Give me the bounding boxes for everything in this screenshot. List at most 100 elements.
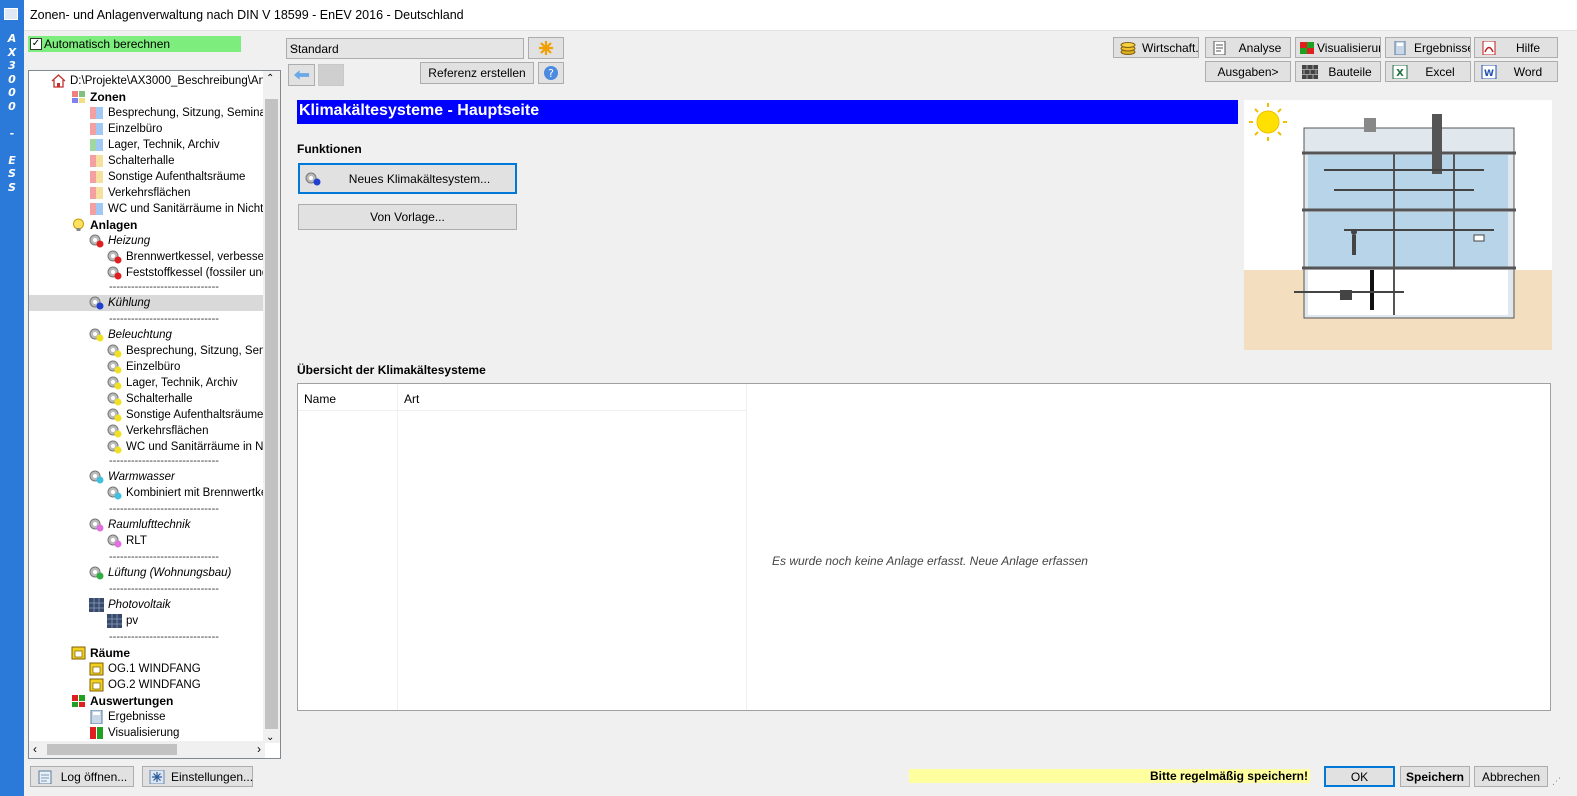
zone-item-icon <box>90 123 103 135</box>
tree-auswertungen[interactable]: Auswertungen <box>71 693 173 709</box>
arrow-left-icon <box>293 70 310 80</box>
zone-item-icon <box>90 155 103 167</box>
ok-button[interactable]: OK <box>1324 766 1395 787</box>
building-diagram-image <box>1244 103 1552 350</box>
column-art: Art <box>398 384 747 710</box>
visualisierung-button[interactable]: Visualisierung <box>1295 37 1381 58</box>
tree-anlagen[interactable]: Anlagen <box>71 217 137 233</box>
auto-calc-label: Automatisch berechnen <box>44 37 171 51</box>
scroll-left-icon[interactable]: ‹ <box>33 742 37 756</box>
von-vorlage-button[interactable]: Von Vorlage... <box>298 204 517 230</box>
bauteile-button[interactable]: Bauteile <box>1295 61 1381 82</box>
tree-zonen[interactable]: Zonen <box>71 89 126 105</box>
variant-select[interactable]: Standard ⌵ <box>286 38 524 59</box>
ausgaben-button[interactable]: Ausgaben> <box>1205 61 1291 82</box>
back-button[interactable] <box>288 64 315 86</box>
tree-item[interactable]: Schalterhalle <box>89 153 174 169</box>
column-name: Name <box>298 384 398 710</box>
gear-light-icon <box>107 360 122 374</box>
tree-heizung[interactable]: Heizung <box>89 233 150 249</box>
chevron-down-icon: ⌵ <box>290 42 298 53</box>
bricks-icon <box>1302 64 1318 79</box>
scroll-thumb[interactable] <box>265 99 278 729</box>
analyse-button[interactable]: Analyse <box>1205 37 1291 58</box>
window-title: Zonen- und Anlagenverwaltung nach DIN V … <box>30 8 464 22</box>
gear-water-icon <box>107 486 122 500</box>
tree-item[interactable]: Brennwertkessel, verbesser <box>107 249 268 265</box>
column-header-name[interactable]: Name <box>304 392 336 406</box>
tree-item[interactable]: Sonstige Aufenthaltsräume <box>89 169 245 185</box>
svg-text:W: W <box>1484 69 1494 79</box>
document-icon <box>1213 40 1226 55</box>
new-variant-button[interactable] <box>528 37 564 59</box>
hilfe-button[interactable]: Hilfe <box>1474 37 1558 58</box>
tree-item[interactable]: Verkehrsflächen <box>107 423 208 439</box>
tree-item[interactable]: RLT <box>107 533 147 549</box>
speichern-button[interactable]: Speichern <box>1400 766 1470 787</box>
scroll-right-icon[interactable]: › <box>257 742 261 756</box>
tree-beleuchtung[interactable]: Beleuchtung <box>89 327 172 343</box>
gear-vent-icon <box>89 566 104 580</box>
tree-photovoltaik[interactable]: Photovoltaik <box>89 597 171 613</box>
tree-item[interactable]: Schalterhalle <box>107 391 192 407</box>
zone-item-icon <box>90 171 103 183</box>
excel-button[interactable]: X Excel <box>1385 61 1471 82</box>
tree-item[interactable]: Lager, Technik, Archiv <box>107 375 238 391</box>
tree-separator: ------------------------------ <box>109 503 219 515</box>
tree-item[interactable]: Besprechung, Sitzung, Seminar <box>89 105 270 121</box>
tree-item[interactable]: Einzelbüro <box>89 121 162 137</box>
log-open-button[interactable]: Log öffnen... <box>30 766 134 787</box>
scroll-up-icon[interactable]: ⌃ <box>266 73 274 84</box>
tree-warmwasser[interactable]: Warmwasser <box>89 469 175 485</box>
column-header-art[interactable]: Art <box>404 392 419 406</box>
project-tree[interactable]: D:\Projekte\AX3000_Beschreibung\Anla Zon… <box>28 70 281 759</box>
tree-item[interactable]: Kombiniert mit Brennwertkes <box>107 485 273 501</box>
scroll-down-icon[interactable]: ⌄ <box>266 732 274 743</box>
chart-icon <box>72 695 85 707</box>
checkmark-icon[interactable]: ✓ <box>30 38 42 50</box>
resize-grip-icon[interactable]: ⋰ <box>1552 776 1564 788</box>
tree-item[interactable]: Visualisierung <box>89 725 179 741</box>
side-text: AX3000-ESS <box>7 32 17 194</box>
svg-text:?: ? <box>548 67 554 80</box>
systems-table[interactable]: Name Art Es wurde noch keine Anlage erfa… <box>297 383 1551 711</box>
tree-item[interactable]: Verkehrsflächen <box>89 185 190 201</box>
tree-raumlufttechnik[interactable]: Raumlufttechnik <box>89 517 190 533</box>
tree-kuehlung[interactable]: Kühlung <box>29 295 263 311</box>
page-title-bar: Klimakältesysteme - Hauptseite <box>297 100 1238 124</box>
visualization-icon <box>1300 41 1314 54</box>
word-button[interactable]: W Word <box>1474 61 1558 82</box>
scroll-thumb[interactable] <box>47 744 177 755</box>
tree-vertical-scrollbar[interactable]: ⌃ ⌄ <box>263 71 280 743</box>
neues-klimakaeltesystem-button[interactable]: Neues Klimakältesystem... <box>298 163 517 194</box>
abbrechen-button[interactable]: Abbrechen <box>1474 766 1548 787</box>
empty-message[interactable]: Es wurde noch keine Anlage erfasst. Neue… <box>772 554 1088 568</box>
gear-cool-icon <box>89 296 104 310</box>
wirtschaft-button[interactable]: Wirtschaft. <box>1113 37 1199 58</box>
tree-item[interactable]: Lager, Technik, Archiv <box>89 137 220 153</box>
gear-cool-icon <box>305 172 321 185</box>
page-title: Klimakältesysteme - Hauptseite <box>299 102 540 119</box>
tree-item[interactable]: Einzelbüro <box>107 359 180 375</box>
tree-raeume[interactable]: Räume <box>71 645 130 661</box>
tree-item[interactable]: Sonstige Aufenthaltsräume <box>107 407 263 423</box>
tree-item[interactable]: OG.1 WINDFANG <box>89 661 201 677</box>
einstellungen-button[interactable]: Einstellungen... <box>142 766 253 787</box>
help-button[interactable]: ? <box>538 62 564 84</box>
tree-item[interactable]: pv <box>107 613 138 629</box>
tree-item[interactable]: Ergebnisse <box>89 709 166 725</box>
auto-calc-checkbox[interactable]: ✓ Automatisch berechnen <box>28 36 241 52</box>
tree-item[interactable]: OG.2 WINDFANG <box>89 677 201 693</box>
tree-item[interactable]: WC und Sanitärräume in Nichtwo <box>89 201 278 217</box>
svg-text:X: X <box>1396 68 1404 79</box>
tree-root[interactable]: D:\Projekte\AX3000_Beschreibung\Anla <box>51 73 274 89</box>
tree-horizontal-scrollbar[interactable]: ‹ › <box>29 741 265 758</box>
ergebnisse-button[interactable]: Ergebnisse <box>1385 37 1471 58</box>
tree-lueftung[interactable]: Lüftung (Wohnungsbau) <box>89 565 231 581</box>
gear-air-icon <box>89 518 104 532</box>
forward-button[interactable] <box>318 64 344 86</box>
coins-icon <box>1120 41 1136 55</box>
visualization-icon <box>90 727 103 739</box>
referenz-button[interactable]: Referenz erstellen <box>420 62 534 84</box>
tree-item[interactable]: Besprechung, Sitzung, Semir <box>107 343 275 359</box>
